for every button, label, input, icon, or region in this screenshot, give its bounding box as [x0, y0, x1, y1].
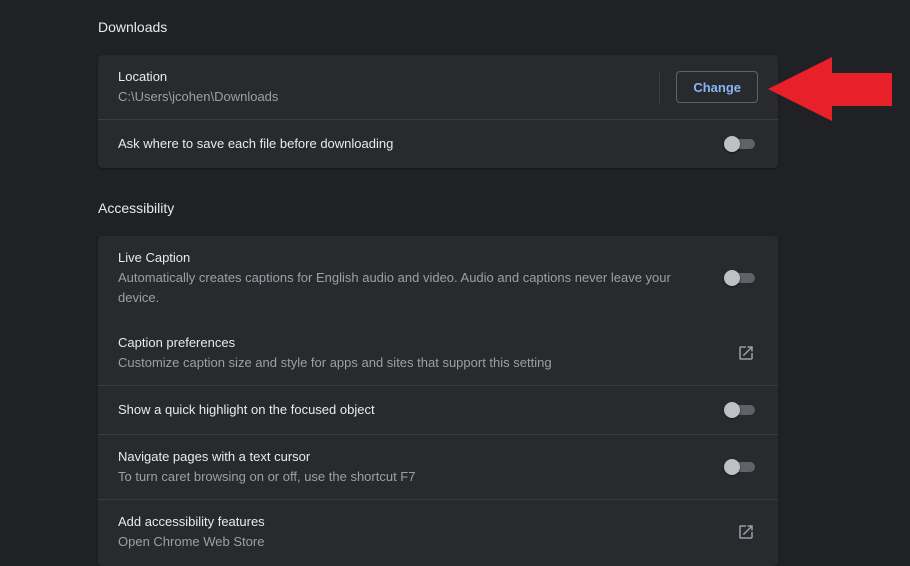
toggle-knob	[724, 270, 740, 286]
focus-highlight-label: Show a quick highlight on the focused ob…	[118, 402, 375, 417]
caret-browsing-row[interactable]: Navigate pages with a text cursor To tur…	[98, 434, 778, 499]
caption-preferences-row[interactable]: Caption preferences Customize caption si…	[98, 320, 778, 385]
toggle-knob	[724, 402, 740, 418]
downloads-section-title: Downloads	[98, 19, 168, 35]
live-caption-toggle[interactable]	[724, 268, 758, 288]
add-features-description: Open Chrome Web Store	[118, 534, 265, 549]
accessibility-card: Live Caption Automatically creates capti…	[98, 236, 778, 566]
live-caption-description: Automatically creates captions for Engli…	[118, 270, 671, 305]
accessibility-section-title: Accessibility	[98, 200, 175, 216]
caption-preferences-label: Caption preferences	[118, 334, 236, 350]
caret-browsing-description: To turn caret browsing on or off, use th…	[118, 469, 416, 484]
ask-where-label: Ask where to save each file before downl…	[118, 136, 394, 151]
add-features-row[interactable]: Add accessibility features Open Chrome W…	[98, 499, 778, 564]
caret-browsing-toggle[interactable]	[724, 457, 758, 477]
toggle-knob	[724, 459, 740, 475]
focus-highlight-row[interactable]: Show a quick highlight on the focused ob…	[98, 385, 778, 434]
external-link-icon[interactable]	[734, 341, 758, 365]
ask-where-toggle[interactable]	[724, 134, 758, 154]
location-label: Location	[118, 69, 168, 84]
live-caption-label: Live Caption	[118, 250, 191, 265]
focus-highlight-toggle[interactable]	[724, 400, 758, 420]
location-row: Location C:\Users\jcohen\Downloads Chang…	[98, 55, 778, 119]
caption-preferences-description: Customize caption size and style for app…	[118, 354, 552, 370]
external-link-icon[interactable]	[734, 520, 758, 544]
toggle-knob	[724, 136, 740, 152]
row-separator	[659, 71, 661, 103]
change-location-button[interactable]: Change	[676, 71, 758, 103]
location-path: C:\Users\jcohen\Downloads	[118, 89, 279, 104]
downloads-card: Location C:\Users\jcohen\Downloads Chang…	[98, 55, 778, 168]
annotation-arrow-icon	[768, 57, 892, 121]
ask-where-row[interactable]: Ask where to save each file before downl…	[98, 119, 778, 168]
caret-browsing-label: Navigate pages with a text cursor	[118, 449, 311, 464]
add-features-label: Add accessibility features	[118, 514, 265, 529]
live-caption-row[interactable]: Live Caption Automatically creates capti…	[98, 236, 778, 320]
